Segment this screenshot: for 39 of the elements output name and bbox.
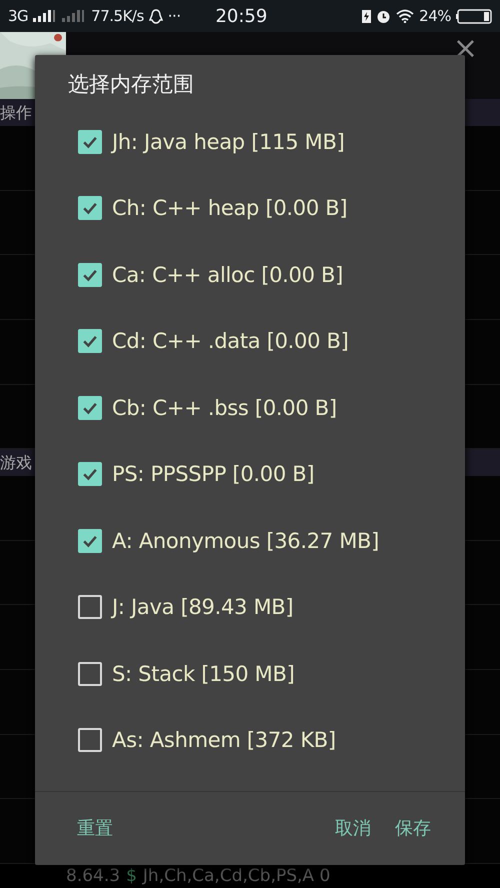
battery-icon xyxy=(456,8,492,24)
memory-range-label: S: Stack [150 MB] xyxy=(112,662,294,686)
memory-range-label: Cd: C++ .data [0.00 B] xyxy=(112,329,349,354)
memory-range-label: A: Anonymous [36.27 MB] xyxy=(112,528,380,553)
alarm-icon xyxy=(376,8,392,24)
checkbox[interactable] xyxy=(78,329,102,354)
version-label: 8.64.3 xyxy=(66,866,120,886)
penguin-icon xyxy=(148,8,163,24)
network-type: 3G xyxy=(8,7,28,25)
dialog-title: 选择内存范围 xyxy=(67,71,195,98)
memory-range-label: Ca: C++ alloc [0.00 B] xyxy=(112,262,344,287)
checkbox[interactable] xyxy=(78,262,102,287)
checkbox[interactable] xyxy=(78,728,102,752)
memory-range-label: Cb: C++ .bss [0.00 B] xyxy=(112,396,337,420)
checkbox[interactable] xyxy=(78,396,102,420)
dollar-sign: $ xyxy=(126,866,137,886)
cancel-button[interactable]: 取消 xyxy=(323,810,383,846)
battery-percent: 24% xyxy=(419,7,451,25)
close-button[interactable]: × xyxy=(452,32,500,66)
reset-button[interactable]: 重置 xyxy=(65,810,125,846)
more-indicator: ··· xyxy=(168,7,181,25)
checkbox[interactable] xyxy=(78,662,102,686)
checkbox[interactable] xyxy=(78,528,102,553)
checkbox[interactable] xyxy=(78,595,102,620)
memory-range-label: Jh: Java heap [115 MB] xyxy=(112,130,344,154)
memory-range-label: As: Ashmem [372 KB] xyxy=(112,728,336,752)
signal-icon xyxy=(62,10,86,22)
checkbox[interactable] xyxy=(78,196,102,220)
memory-range-label: J: Java [89.43 MB] xyxy=(112,595,294,620)
checkbox[interactable] xyxy=(78,462,102,486)
signal-icon xyxy=(33,10,58,22)
clock: 20:59 xyxy=(215,6,268,26)
checkbox[interactable] xyxy=(78,130,102,154)
network-speed: 77.5K/s xyxy=(91,7,144,25)
charging-icon xyxy=(362,9,372,23)
range-summary: Jh,Ch,Ca,Cd,Cb,PS,A 0 xyxy=(142,866,330,886)
save-button[interactable]: 保存 xyxy=(383,810,443,846)
memory-range-label: Ch: C++ heap [0.00 B] xyxy=(112,196,348,220)
wifi-icon xyxy=(396,9,414,23)
